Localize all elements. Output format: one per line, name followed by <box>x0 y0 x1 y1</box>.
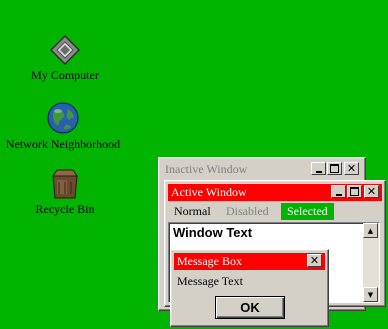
menu-item-normal[interactable]: Normal <box>168 203 217 220</box>
inactive-title-bar[interactable]: Inactive Window ✕ <box>162 161 362 178</box>
minimize-icon <box>315 170 322 173</box>
message-box[interactable]: Message Box ✕ Message Text OK <box>170 249 329 327</box>
desktop-icon-my-computer[interactable]: My Computer <box>0 34 130 83</box>
minimize-button[interactable] <box>311 162 326 175</box>
menu-item-selected[interactable]: Selected <box>281 203 334 220</box>
inactive-window-title: Inactive Window <box>165 162 248 176</box>
active-window-title: Active Window <box>171 185 247 199</box>
vertical-scrollbar[interactable]: ▲ ▼ <box>363 223 379 302</box>
minimize-icon <box>335 193 342 196</box>
close-icon: ✕ <box>366 185 377 198</box>
maximize-button[interactable] <box>347 185 362 198</box>
menu-item-disabled: Disabled <box>226 204 269 218</box>
message-text: Message Text <box>177 274 243 288</box>
globe-icon <box>46 101 80 135</box>
message-box-title-bar[interactable]: Message Box ✕ <box>174 253 325 270</box>
maximize-icon <box>330 164 339 173</box>
computer-icon <box>49 34 81 66</box>
desktop-icon-network-neighborhood[interactable]: Network Neighborhood <box>0 101 128 152</box>
close-button[interactable]: ✕ <box>307 254 322 267</box>
close-button[interactable]: ✕ <box>344 162 359 175</box>
close-button[interactable]: ✕ <box>364 185 379 198</box>
desktop-icon-label: My Computer <box>31 68 99 82</box>
desktop-icon-recycle-bin[interactable]: Recycle Bin <box>0 168 130 217</box>
desktop-icon-label: Recycle Bin <box>35 202 95 216</box>
window-text: Window Text <box>173 225 253 240</box>
minimize-button[interactable] <box>331 185 346 198</box>
maximize-icon <box>350 187 359 196</box>
ok-button-label: OK <box>240 300 260 315</box>
active-title-bar[interactable]: Active Window ✕ <box>168 184 382 201</box>
desktop-icon-label: Network Neighborhood <box>5 137 121 151</box>
close-icon: ✕ <box>346 162 357 175</box>
arrow-down-icon: ▼ <box>367 290 374 299</box>
arrow-up-icon: ▲ <box>367 226 374 235</box>
close-icon: ✕ <box>309 254 320 267</box>
scroll-down-button[interactable]: ▼ <box>363 287 378 302</box>
ok-button[interactable]: OK <box>215 296 285 319</box>
message-box-title: Message Box <box>177 254 242 268</box>
recycle-bin-icon <box>49 168 81 200</box>
scroll-up-button[interactable]: ▲ <box>363 223 378 238</box>
maximize-button[interactable] <box>327 162 342 175</box>
menu-bar: Normal Disabled Selected <box>168 203 382 220</box>
